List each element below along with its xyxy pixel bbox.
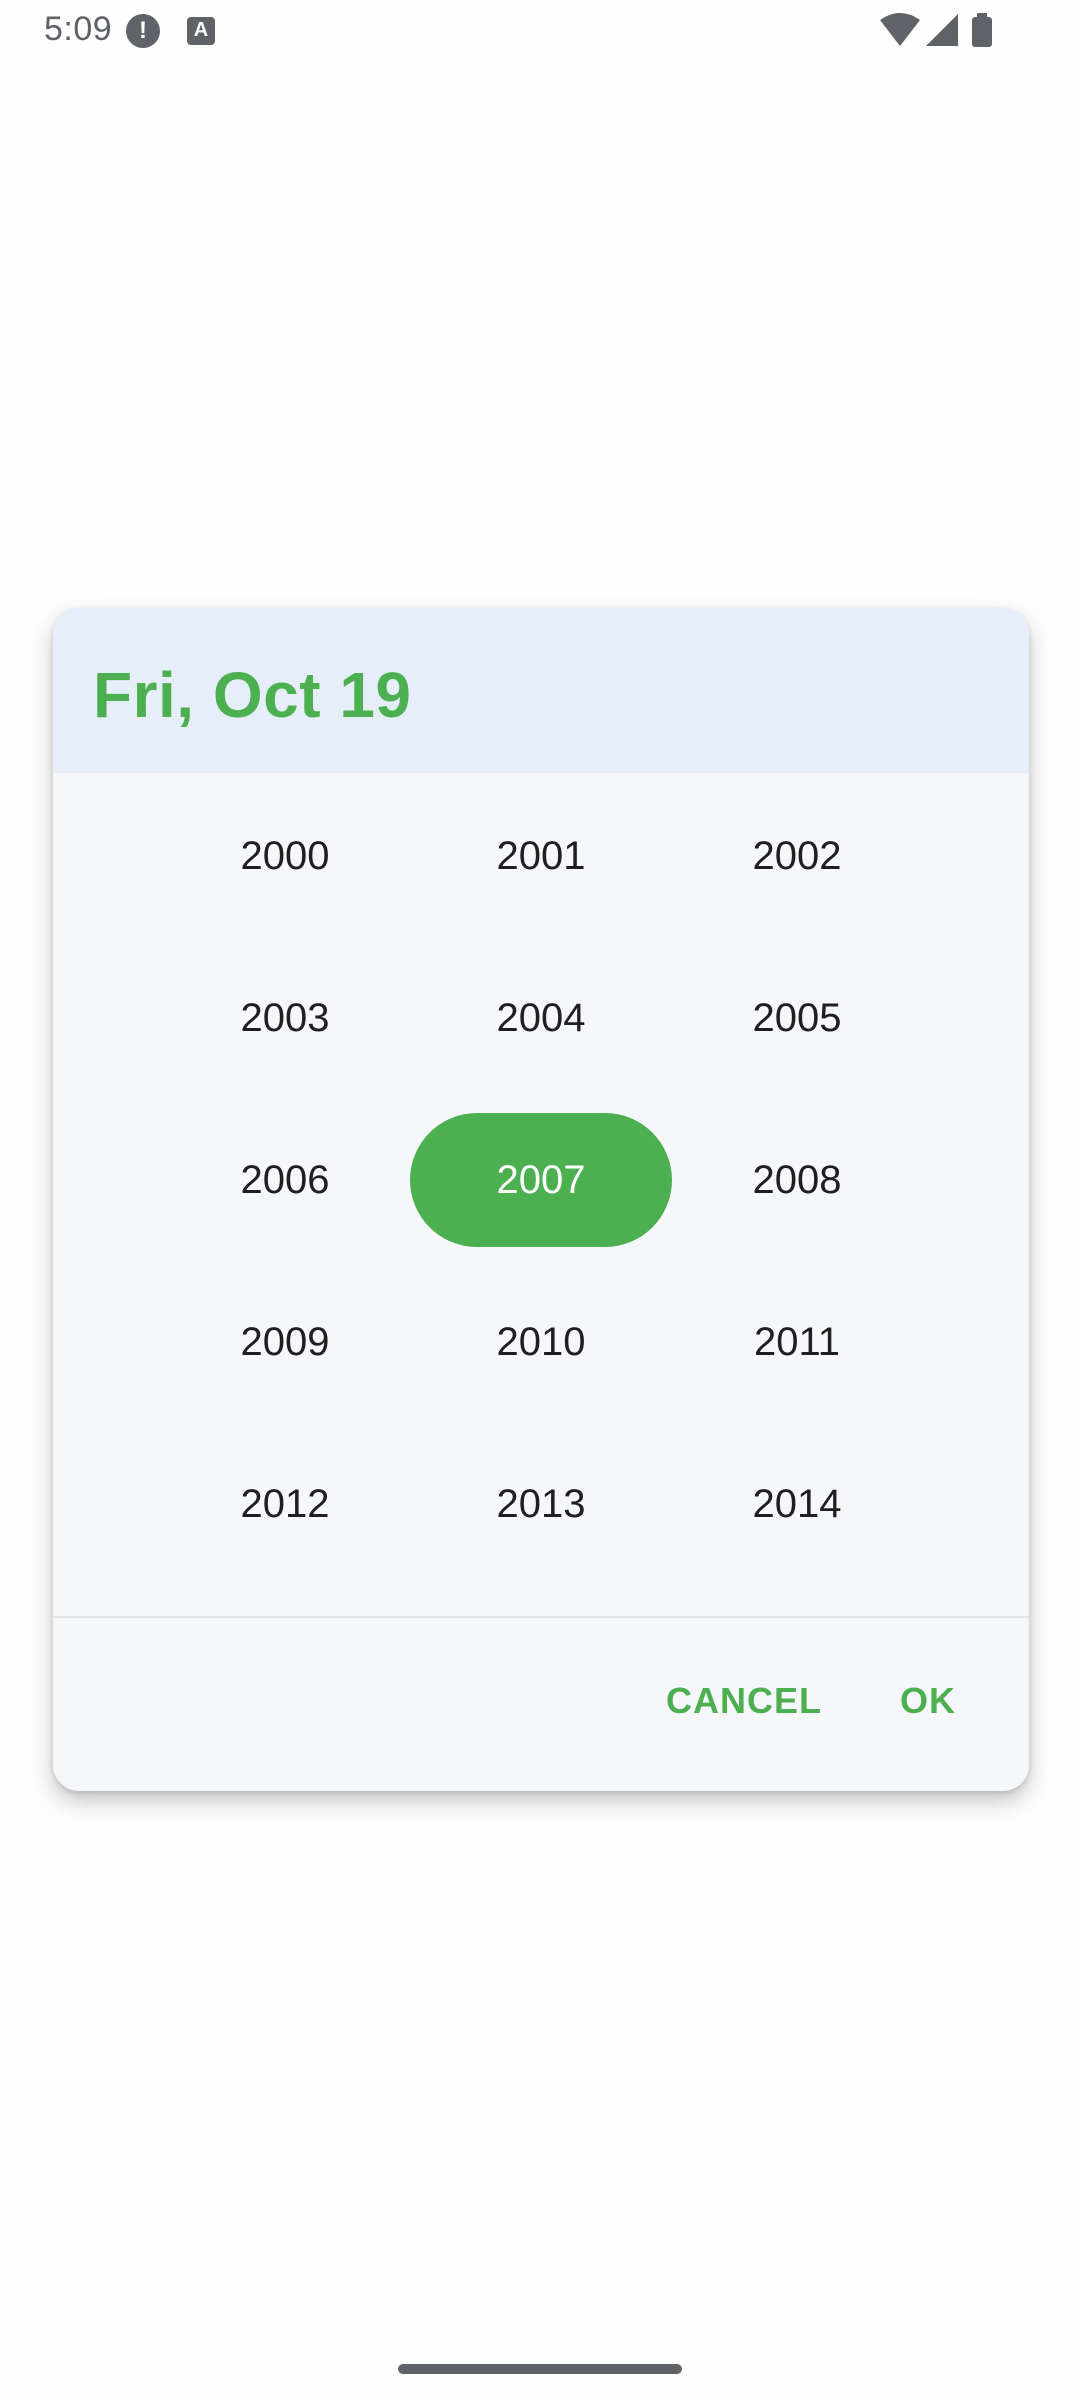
year-item-2007-selected[interactable]: 2007 [410,1113,672,1247]
year-item-2009[interactable]: 2009 [154,1275,416,1409]
year-item-2003[interactable]: 2003 [154,951,416,1085]
year-item-2011[interactable]: 2011 [666,1275,928,1409]
wifi-icon [880,13,920,46]
date-picker-dialog: Fri, Oct 19 2000 2001 2002 2003 2004 200… [53,608,1029,1791]
year-grid: 2000 2001 2002 2003 2004 2005 2006 2007 … [53,773,1029,1583]
year-item-2012[interactable]: 2012 [154,1437,416,1571]
screen: 5:09 ! A Fri, Oct 19 2000 2001 2002 2003… [0,0,1080,2400]
alert-icon: ! [126,14,160,48]
keyboard-icon: A [187,17,215,45]
year-item-2008[interactable]: 2008 [666,1113,928,1247]
year-item-2002[interactable]: 2002 [666,789,928,923]
status-time: 5:09 [44,10,113,48]
status-bar: 5:09 ! A [0,0,1080,64]
cancel-button[interactable]: CANCEL [639,1656,849,1746]
year-item-2001[interactable]: 2001 [410,789,672,923]
signal-icon [926,14,958,46]
dialog-actions: CANCEL OK [53,1618,1029,1791]
navigation-handle[interactable] [398,2364,682,2374]
dialog-header: Fri, Oct 19 [53,608,1029,773]
status-icons [880,12,1010,52]
year-item-2010[interactable]: 2010 [410,1275,672,1409]
selected-date-title[interactable]: Fri, Oct 19 [93,658,412,732]
year-item-2013[interactable]: 2013 [410,1437,672,1571]
year-item-2014[interactable]: 2014 [666,1437,928,1571]
battery-icon [972,13,992,47]
ok-button[interactable]: OK [873,1656,983,1746]
year-item-2000[interactable]: 2000 [154,789,416,923]
year-item-2006[interactable]: 2006 [154,1113,416,1247]
year-item-2004[interactable]: 2004 [410,951,672,1085]
year-item-2005[interactable]: 2005 [666,951,928,1085]
